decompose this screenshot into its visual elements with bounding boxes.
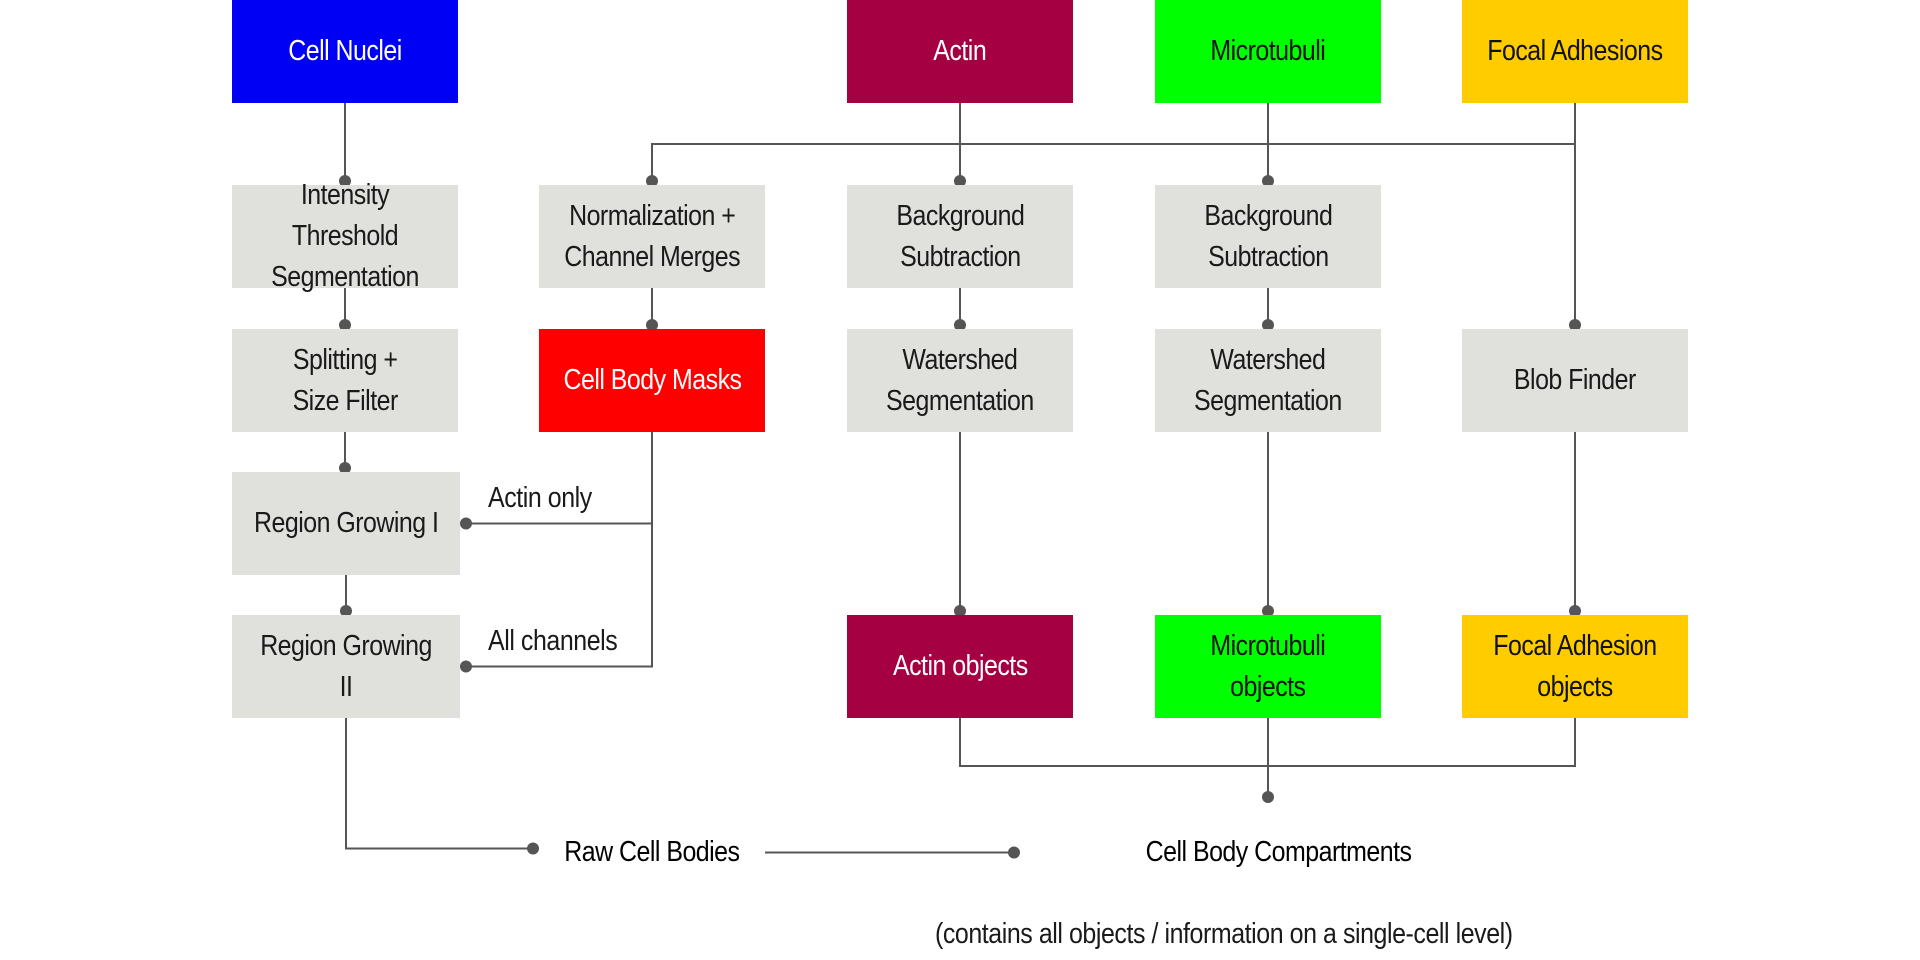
output-cell-body-compartments: Cell Body Compartments [1145, 836, 1412, 868]
channel-focal-adhesions: Focal Adhesions [1462, 0, 1688, 103]
step-region-growing-2: Region Growing II [232, 615, 460, 718]
channel-microtubuli: Microtubuli [1155, 0, 1381, 103]
channel-actin: Actin [847, 0, 1073, 103]
output-microtubuli-objects: Microtubuli objects [1155, 615, 1381, 718]
edge-label-all-channels: All channels [488, 624, 618, 657]
edge-label-actin-only: Actin only [488, 481, 592, 514]
output-raw-cell-bodies: Raw Cell Bodies [564, 836, 740, 868]
step-blob-finder: Blob Finder [1462, 329, 1688, 432]
edge-rg2-to-raw-cell-bodies [345, 718, 533, 850]
step-background-subtraction-actin: Background Subtraction [847, 185, 1073, 288]
step-intensity-threshold-segmentation: Intensity Threshold Segmentation [232, 179, 458, 293]
step-normalization-channel-merges: Normalization + Channel Merges [539, 185, 765, 288]
arrow-dot [1008, 846, 1020, 859]
step-watershed-segmentation-actin: Watershed Segmentation [847, 329, 1073, 432]
arrow-dot [460, 517, 472, 530]
step-background-subtraction-microtubuli: Background Subtraction [1155, 185, 1381, 288]
channel-cell-nuclei: Cell Nuclei [232, 0, 458, 103]
step-watershed-segmentation-microtubuli: Watershed Segmentation [1155, 329, 1381, 432]
arrow-dot [527, 842, 539, 855]
edge-channel-bus [651, 143, 1575, 181]
step-region-growing-1: Region Growing I [232, 472, 460, 575]
step-splitting-size-filter: Splitting + Size Filter [232, 329, 458, 432]
output-focal-adhesion-objects: Focal Adhesion objects [1462, 615, 1688, 718]
output-cell-body-masks: Cell Body Masks [539, 329, 765, 432]
output-actin-objects: Actin objects [847, 615, 1073, 718]
arrow-dot [460, 660, 472, 673]
